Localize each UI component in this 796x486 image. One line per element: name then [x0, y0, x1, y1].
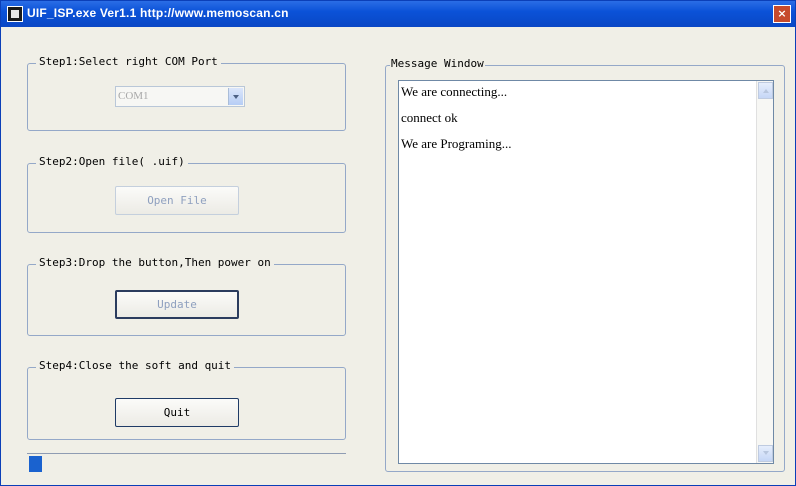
title-bar[interactable]: UIF_ISP.exe Ver1.1 http://www.memoscan.c…: [1, 1, 795, 27]
message-line: We are connecting...: [401, 84, 508, 99]
message-line: We are Programing...: [401, 136, 512, 151]
scroll-up-icon[interactable]: [758, 82, 773, 99]
com-port-value: COM1: [118, 90, 149, 102]
message-line: connect ok: [401, 110, 458, 125]
vertical-scrollbar[interactable]: [756, 81, 773, 463]
step3-label: Step3:Drop the button,Then power on: [36, 256, 274, 269]
step2-label: Step2:Open file( .uif): [36, 155, 188, 168]
com-port-select[interactable]: COM1: [115, 86, 245, 107]
step4-label: Step4:Close the soft and quit: [36, 359, 235, 372]
step1-group: Step1:Select right COM Port COM1: [27, 55, 346, 131]
quit-button[interactable]: Quit: [115, 398, 239, 427]
progress-bar: [27, 453, 346, 473]
open-file-button[interactable]: Open File: [115, 186, 239, 215]
message-window-label: Message Window: [390, 57, 485, 70]
window-title: UIF_ISP.exe Ver1.1 http://www.memoscan.c…: [27, 6, 289, 20]
message-window-group: Message Window We are connecting... conn…: [385, 57, 785, 472]
message-log[interactable]: We are connecting... connect ok We are P…: [398, 80, 774, 464]
close-button[interactable]: ×: [773, 5, 791, 23]
progress-fill: [29, 456, 42, 472]
step2-group: Step2:Open file( .uif) Open File: [27, 155, 346, 233]
step4-group: Step4:Close the soft and quit Quit: [27, 359, 346, 440]
step3-group: Step3:Drop the button,Then power on Upda…: [27, 256, 346, 336]
scroll-down-icon[interactable]: [758, 445, 773, 462]
message-list: We are connecting... connect ok We are P…: [401, 83, 756, 161]
app-window: UIF_ISP.exe Ver1.1 http://www.memoscan.c…: [0, 0, 796, 486]
app-icon: [7, 6, 23, 22]
dropdown-arrow-icon[interactable]: [228, 88, 243, 105]
step1-label: Step1:Select right COM Port: [36, 55, 221, 68]
update-button[interactable]: Update: [115, 290, 239, 319]
